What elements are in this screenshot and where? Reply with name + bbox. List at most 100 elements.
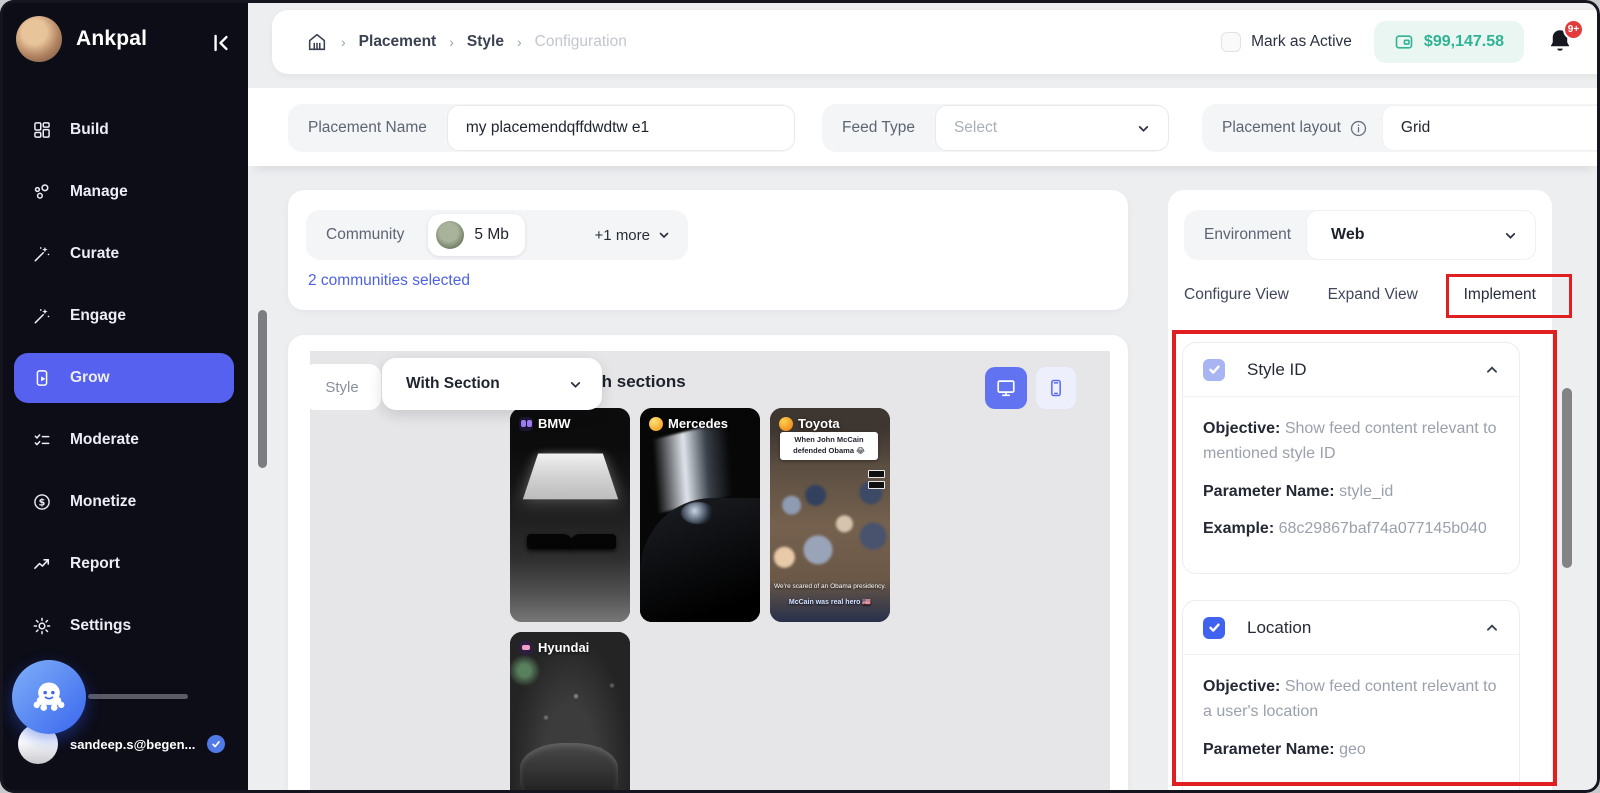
location-checkbox[interactable]: [1203, 617, 1225, 639]
wallet-balance: $99,147.58: [1424, 33, 1504, 51]
feed-card-bmw[interactable]: BMW: [510, 408, 630, 622]
mobile-icon: [1046, 378, 1066, 398]
style-label-pill: Style: [303, 364, 381, 410]
chevron-up-icon[interactable]: [1485, 363, 1499, 377]
notification-count-badge: 9+: [1563, 19, 1584, 40]
bmw-showroom-image: [510, 408, 630, 622]
parameter-value: geo: [1339, 741, 1366, 758]
chevron-down-icon: [1504, 229, 1517, 242]
placement-layout-field[interactable]: Grid: [1382, 105, 1600, 151]
style-select-value: With Section: [406, 375, 500, 393]
feed-card-hyundai[interactable]: Hyundai: [510, 632, 630, 793]
sidebar-item-label: Report: [70, 555, 120, 573]
sidebar-item-label: Monetize: [70, 493, 136, 511]
sidebar-item-curate[interactable]: Curate: [0, 229, 248, 279]
style-id-checkbox[interactable]: [1203, 359, 1225, 381]
environment-select[interactable]: Web: [1306, 210, 1536, 260]
wallet-balance-pill[interactable]: $99,147.58: [1374, 21, 1524, 63]
desktop-view-button[interactable]: [985, 367, 1027, 409]
breadcrumb-style[interactable]: Style: [467, 33, 504, 51]
top-header-bar: › Placement › Style › Configuration Mark…: [272, 10, 1600, 74]
section-title: Style ID: [1247, 360, 1463, 380]
sidebar-item-monetize[interactable]: $ Monetize: [0, 477, 248, 527]
chevron-down-icon: [658, 229, 670, 241]
panel-scrollbar-thumb[interactable]: [1562, 388, 1572, 568]
dollar-icon: $: [32, 492, 52, 512]
smiley-emoji-icon: [649, 417, 663, 431]
community-chip-label: 5 Mb: [474, 226, 508, 244]
duck-emoji-icon: [779, 417, 793, 431]
feed-type-select[interactable]: Select: [935, 105, 1169, 151]
mobile-view-button[interactable]: [1036, 367, 1076, 409]
breadcrumb-separator: ›: [449, 34, 454, 50]
notifications-button[interactable]: 9+: [1546, 27, 1576, 57]
sidebar-item-settings[interactable]: Settings: [0, 601, 248, 651]
community-more-label: +1 more: [595, 227, 650, 244]
sidebar-item-label: Build: [70, 121, 109, 139]
sidebar-item-label: Engage: [70, 307, 126, 325]
card-brand: Mercedes: [668, 416, 728, 431]
mark-as-active-label: Mark as Active: [1251, 33, 1352, 51]
placement-name-group: Placement Name: [288, 104, 795, 152]
breadcrumb-separator: ›: [517, 34, 522, 50]
community-selector: Community 5 Mb +1 more: [306, 210, 688, 260]
placement-layout-value: Grid: [1401, 119, 1430, 137]
community-chip[interactable]: 5 Mb: [428, 214, 524, 256]
sidebar-item-engage[interactable]: Engage: [0, 291, 248, 341]
trend-chart-icon: [32, 554, 52, 574]
sidebar-scrollbar-horizontal[interactable]: [88, 694, 188, 699]
chat-widget-button[interactable]: [12, 660, 86, 734]
content-scrollbar-thumb[interactable]: [258, 310, 267, 468]
sidebar-item-moderate[interactable]: Moderate: [0, 415, 248, 465]
tab-configure-view[interactable]: Configure View: [1184, 286, 1328, 304]
feed-card-mercedes[interactable]: Mercedes: [640, 408, 760, 622]
sidebar-item-label: Moderate: [70, 431, 139, 449]
octopus-icon: [28, 676, 70, 718]
tab-expand-view[interactable]: Expand View: [1328, 286, 1446, 304]
communities-selected-link[interactable]: 2 communities selected: [308, 272, 470, 290]
section-location: Location Objective: Show feed content re…: [1182, 600, 1520, 793]
example-value: 68c29867baf74a077145b040: [1279, 520, 1487, 537]
sidebar-item-build[interactable]: Build: [0, 105, 248, 155]
hyundai-car-image: [510, 632, 630, 793]
feed-card-toyota[interactable]: When John McCain defended Obama 😂 We're …: [770, 408, 890, 622]
brand-avatar[interactable]: [16, 16, 62, 62]
style-select-dropdown[interactable]: With Section: [382, 358, 602, 410]
placement-layout-group: Placement layout Grid: [1202, 104, 1600, 152]
sidebar-item-grow[interactable]: Grow: [14, 353, 234, 403]
placement-name-label: Placement Name: [288, 119, 447, 137]
verified-badge-icon: [207, 735, 225, 753]
checklist-icon: [32, 430, 52, 450]
preview-heading-text: th sections: [596, 372, 686, 392]
feed-type-label: Feed Type: [822, 119, 935, 137]
section-title: Location: [1247, 618, 1463, 638]
card-brand: Hyundai: [538, 640, 589, 655]
user-email: sandeep.s@begen...: [70, 737, 195, 752]
desktop-icon: [995, 377, 1017, 399]
community-card: Community 5 Mb +1 more 2 communities sel…: [288, 190, 1128, 310]
magic-wand-icon: [32, 306, 52, 326]
sidebar-item-manage[interactable]: Manage: [0, 167, 248, 217]
info-icon[interactable]: [1349, 119, 1368, 138]
community-more-dropdown[interactable]: +1 more: [595, 227, 688, 244]
sidebar-menu: Build Manage Curate Engage Grow Moderate: [0, 105, 248, 651]
parameter-value: style_id: [1339, 483, 1393, 500]
feed-type-group: Feed Type Select: [822, 104, 1169, 152]
nodes-icon: [32, 182, 52, 202]
chevron-up-icon[interactable]: [1485, 621, 1499, 635]
svg-text:$: $: [39, 498, 46, 509]
environment-label: Environment: [1184, 226, 1311, 244]
objective-label: Objective:: [1203, 420, 1280, 437]
placement-name-input[interactable]: [447, 105, 795, 151]
home-icon[interactable]: [306, 31, 328, 53]
mercedes-headlight-image: [640, 408, 760, 622]
environment-selector: Environment Web: [1184, 210, 1536, 260]
sidebar-item-report[interactable]: Report: [0, 539, 248, 589]
app-window: Ankpal Build Manage Curate Engage: [0, 0, 1600, 793]
gear-icon: [32, 616, 52, 636]
section-style-id: Style ID Objective: Show feed content re…: [1182, 342, 1520, 574]
mark-as-active-checkbox[interactable]: [1221, 32, 1241, 52]
breadcrumb-placement[interactable]: Placement: [359, 33, 437, 51]
card-brand: BMW: [538, 416, 571, 431]
sidebar-collapse-icon[interactable]: [208, 30, 234, 56]
